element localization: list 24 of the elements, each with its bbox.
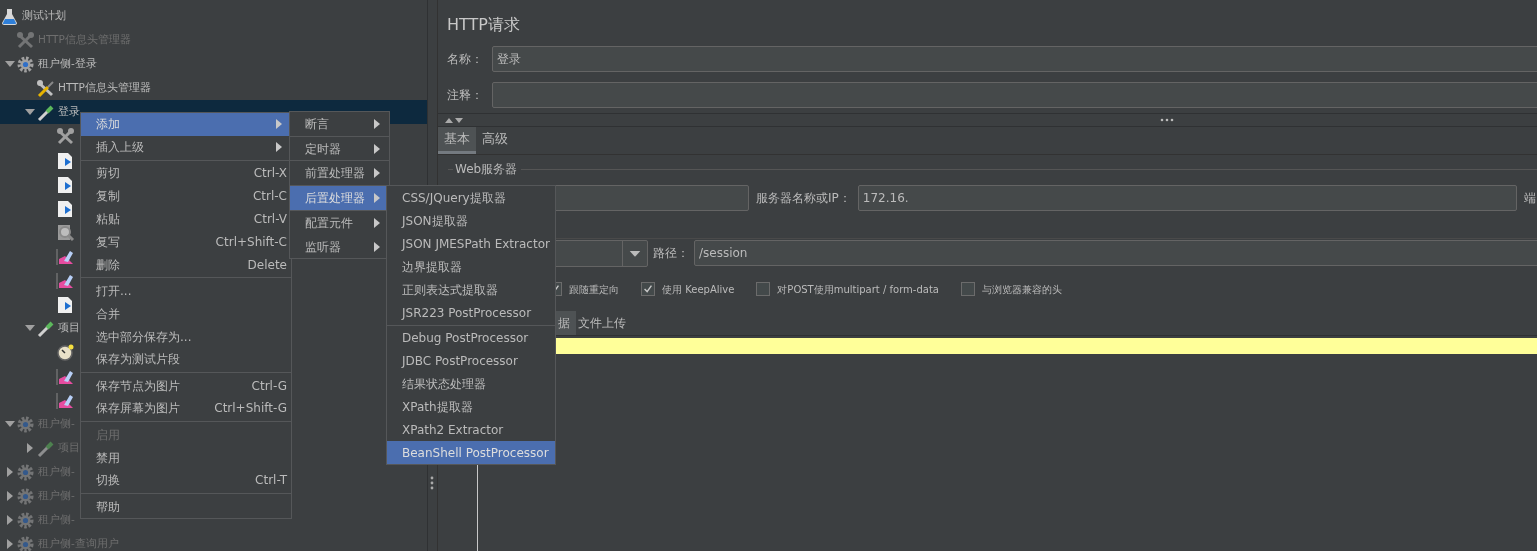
shortcut-label: Ctrl-G xyxy=(251,377,288,395)
shortcut-label: Ctrl-V xyxy=(253,211,288,229)
tree-label: HTTP信息头管理器 xyxy=(58,80,151,96)
shortcut-label: Ctrl-X xyxy=(253,165,288,183)
shortcut-label: Delete xyxy=(247,256,288,274)
panel-title: HTTP请求 xyxy=(446,13,521,36)
shortcut-label: Ctrl+Shift-G xyxy=(214,400,288,418)
tree-label: 租户侧-登录 xyxy=(38,56,97,72)
field-label: 路径： xyxy=(653,245,689,262)
tree-label: 登录 xyxy=(58,104,80,120)
section-legend: Web服务器 xyxy=(455,160,518,178)
checkbox-label: 使用 KeepAlive xyxy=(662,282,735,297)
checkbox-label: 与浏览器兼容的头 xyxy=(981,282,1062,297)
field-label: 端 xyxy=(1523,190,1536,207)
field-label: 服务器名称或IP： xyxy=(756,190,851,207)
field-label: 名称： xyxy=(447,51,484,68)
shortcut-label: Ctrl+Shift-C xyxy=(215,233,288,251)
checkbox-label: 对POST使用multipart / form-data xyxy=(777,282,939,297)
tree-label: 测试计划 xyxy=(22,8,66,24)
checkbox-label: 跟随重定向 xyxy=(569,282,619,297)
shortcut-label: Ctrl-T xyxy=(255,472,288,490)
shortcut-label: Ctrl-C xyxy=(252,188,288,206)
tree-label: 项目 xyxy=(58,320,80,336)
field-label: 注释： xyxy=(447,87,484,104)
